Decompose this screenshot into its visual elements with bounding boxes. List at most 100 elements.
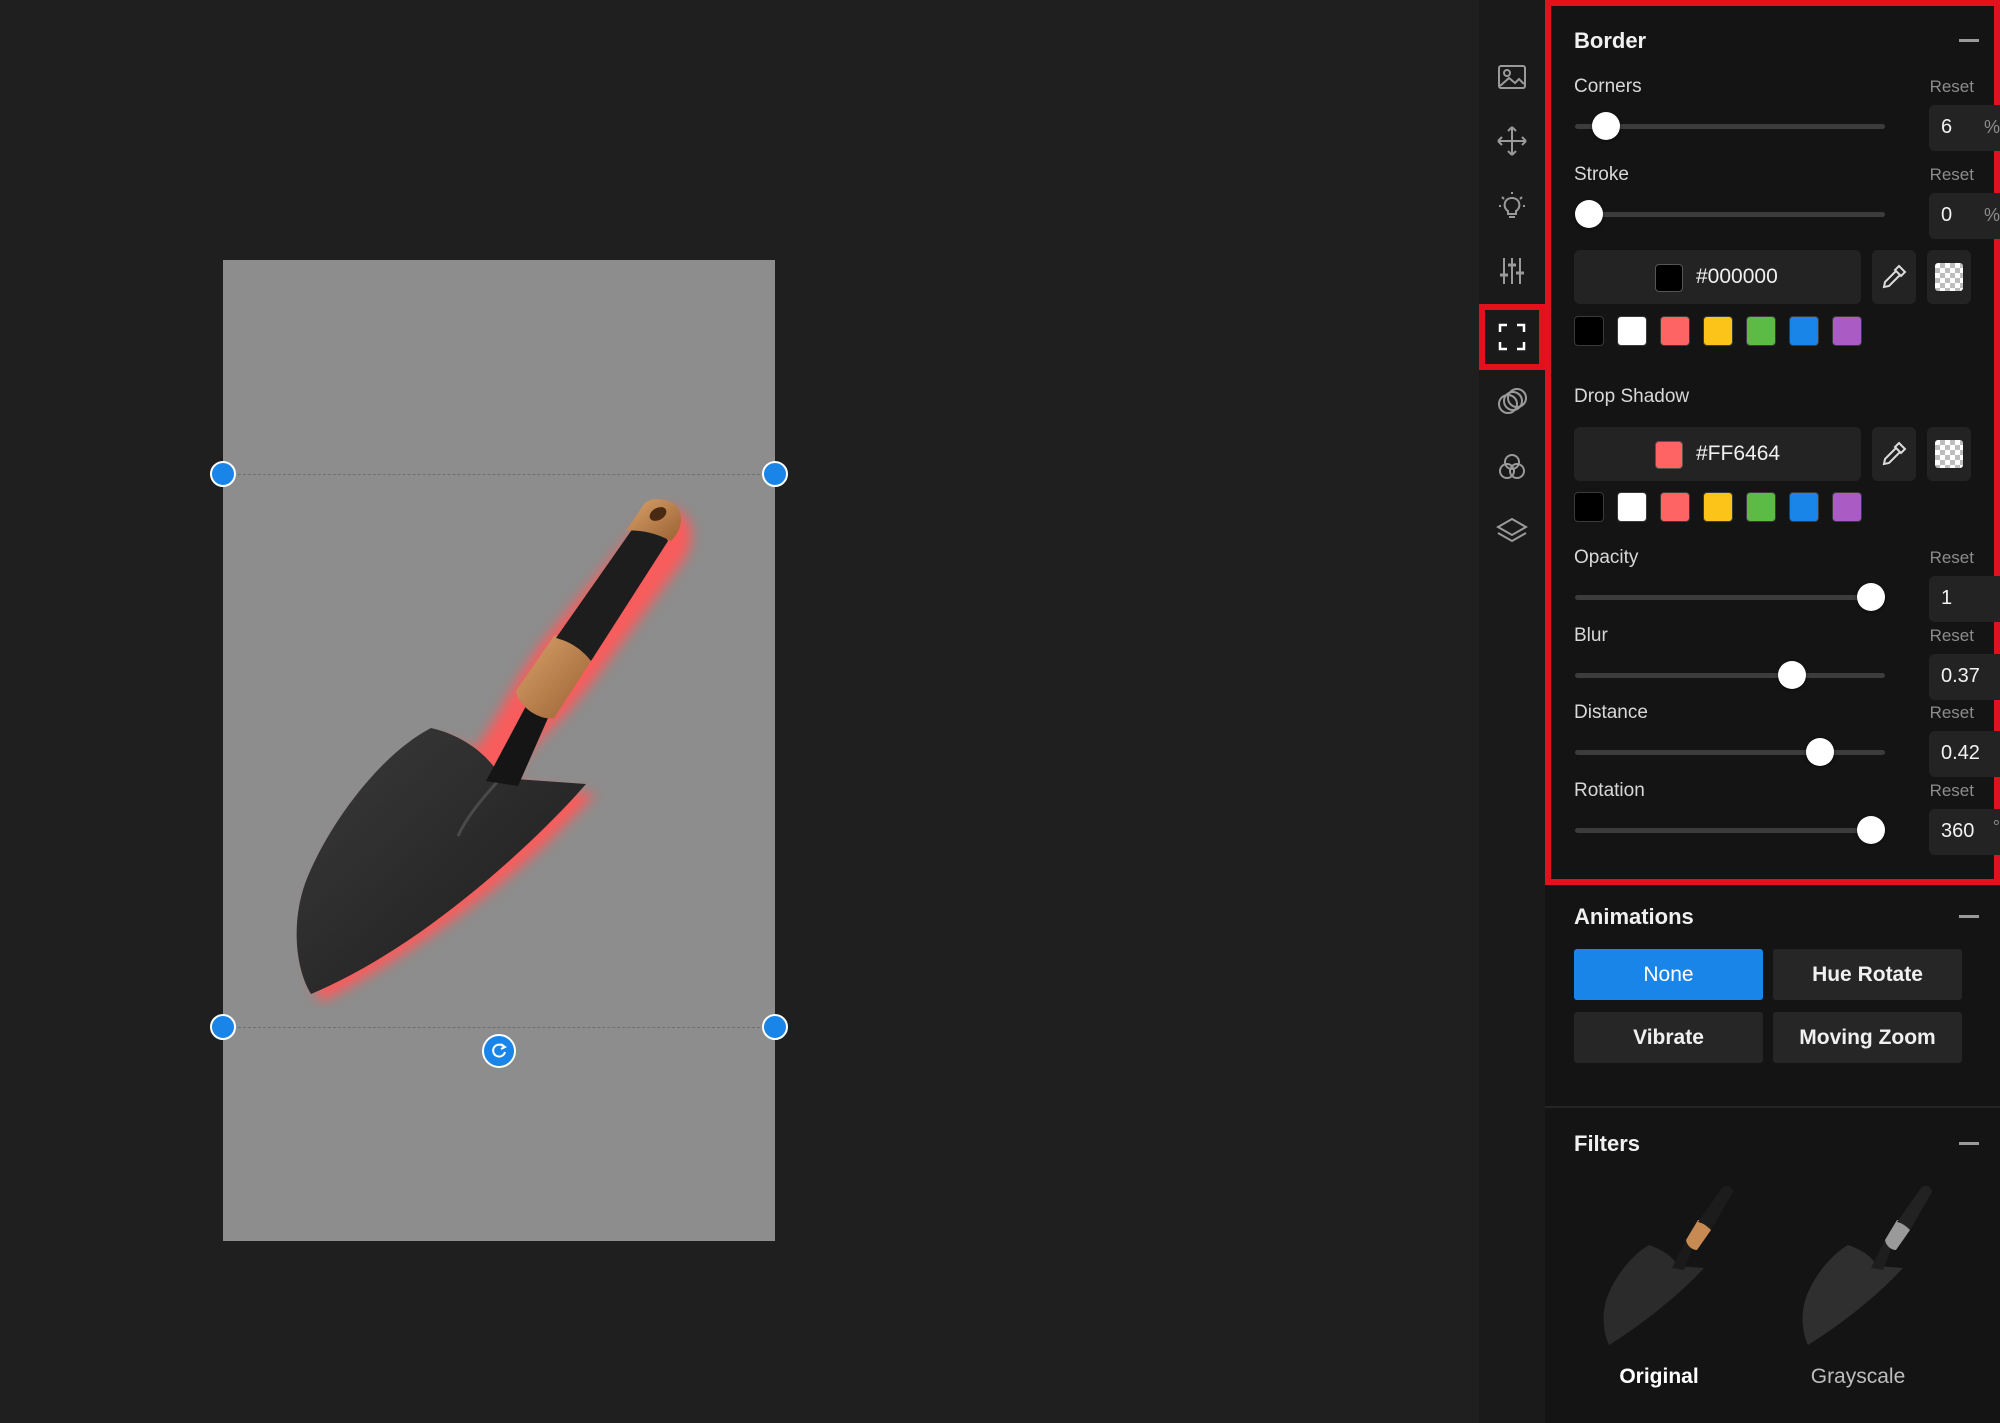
rotation-unit: ° xyxy=(1992,817,2000,837)
blend-icon xyxy=(1498,388,1527,414)
animation-moving-zoom-button[interactable]: Moving Zoom xyxy=(1773,1012,1962,1063)
stroke-eyedropper-button[interactable] xyxy=(1872,250,1916,304)
distance-slider-thumb[interactable] xyxy=(1806,738,1835,766)
frame-icon xyxy=(1498,323,1526,351)
opacity-value: 1 xyxy=(1941,587,1953,609)
stroke-color-chip xyxy=(1655,264,1683,292)
animations-title: Animations xyxy=(1574,904,1694,929)
tool-border[interactable] xyxy=(1479,304,1545,370)
tool-move[interactable] xyxy=(1479,111,1545,171)
color-swatch[interactable] xyxy=(1789,492,1819,522)
tool-image[interactable] xyxy=(1479,47,1545,107)
blur-input[interactable]: 0.37 xyxy=(1929,654,2000,700)
color-swatch[interactable] xyxy=(1574,492,1604,522)
rotate-handle[interactable] xyxy=(482,1034,516,1068)
border-collapse-button[interactable] xyxy=(1959,39,1979,42)
shadow-transparent-button[interactable] xyxy=(1927,427,1971,481)
opacity-label: Opacity xyxy=(1574,547,1639,568)
drop-shadow-label: Drop Shadow xyxy=(1574,386,1690,407)
corners-slider[interactable] xyxy=(1575,112,1885,140)
color-swatch[interactable] xyxy=(1617,316,1647,346)
color-swatch[interactable] xyxy=(1617,492,1647,522)
distance-slider[interactable] xyxy=(1575,738,1885,766)
color-swatch[interactable] xyxy=(1832,492,1862,522)
filter-grayscale-thumbnail xyxy=(1802,1185,1932,1345)
color-swatch[interactable] xyxy=(1574,316,1604,346)
animations-collapse-button[interactable] xyxy=(1959,915,1979,918)
distance-reset-button[interactable]: Reset xyxy=(1930,703,1974,723)
distance-label: Distance xyxy=(1574,702,1648,723)
tool-blend[interactable] xyxy=(1479,372,1545,432)
rotation-input[interactable]: 360 ° xyxy=(1929,809,2000,855)
color-swatch[interactable] xyxy=(1832,316,1862,346)
shadow-color-chip xyxy=(1655,441,1683,469)
stroke-unit: % xyxy=(1983,205,2000,225)
color-swatch[interactable] xyxy=(1660,492,1690,522)
corners-input[interactable]: 6 % xyxy=(1929,105,2000,151)
resize-handle-bottom-right[interactable] xyxy=(762,1014,788,1040)
corners-slider-thumb[interactable] xyxy=(1591,112,1620,140)
trowel-image[interactable] xyxy=(286,496,706,1008)
blur-reset-button[interactable]: Reset xyxy=(1930,626,1974,646)
corners-unit: % xyxy=(1983,117,2000,137)
stroke-input[interactable]: 0 % xyxy=(1929,193,2000,239)
artboard[interactable] xyxy=(210,260,788,1241)
distance-input[interactable]: 0.42 xyxy=(1929,731,2000,777)
opacity-slider[interactable] xyxy=(1575,583,1885,611)
stroke-reset-button[interactable]: Reset xyxy=(1930,165,1974,185)
stroke-color-field[interactable]: #000000 xyxy=(1574,250,1861,304)
selection-guide-bottom xyxy=(223,1027,775,1028)
opacity-input[interactable]: 1 xyxy=(1929,576,2000,622)
lightbulb-icon xyxy=(1499,192,1525,218)
stroke-value: 0 xyxy=(1941,204,1953,226)
tool-lighting[interactable] xyxy=(1479,176,1545,236)
stroke-label: Stroke xyxy=(1574,164,1629,185)
rotation-value: 360 xyxy=(1941,820,1975,842)
image-icon xyxy=(1498,65,1526,89)
resize-handle-top-right[interactable] xyxy=(762,461,788,487)
filter-grayscale[interactable]: Grayscale xyxy=(1773,1180,1943,1388)
tool-channels[interactable] xyxy=(1479,437,1545,497)
layers-icon xyxy=(1495,517,1529,543)
stroke-slider[interactable] xyxy=(1575,200,1885,228)
color-swatch[interactable] xyxy=(1660,316,1690,346)
color-swatch[interactable] xyxy=(1746,316,1776,346)
tool-layers[interactable] xyxy=(1479,501,1545,561)
eyedropper-icon xyxy=(1882,441,1907,466)
shadow-color-field[interactable]: #FF6464 xyxy=(1574,427,1861,481)
blur-slider[interactable] xyxy=(1575,661,1885,689)
resize-handle-bottom-left[interactable] xyxy=(210,1014,236,1040)
stroke-transparent-button[interactable] xyxy=(1927,250,1971,304)
resize-handle-top-left[interactable] xyxy=(210,461,236,487)
opacity-slider-thumb[interactable] xyxy=(1857,583,1885,611)
sliders-icon xyxy=(1500,258,1524,284)
blur-slider-thumb[interactable] xyxy=(1778,661,1807,689)
animation-vibrate-button[interactable]: Vibrate xyxy=(1574,1012,1763,1063)
distance-value: 0.42 xyxy=(1941,742,1980,764)
filter-grayscale-label: Grayscale xyxy=(1810,1365,1906,1388)
shadow-eyedropper-button[interactable] xyxy=(1872,427,1916,481)
tool-rail xyxy=(1479,0,1545,1423)
transparency-checker-icon xyxy=(1935,263,1963,291)
shadow-color-hex: #FF6464 xyxy=(1696,442,1781,465)
color-channels-icon xyxy=(1499,454,1525,479)
filters-collapse-button[interactable] xyxy=(1959,1142,1979,1145)
rotation-slider[interactable] xyxy=(1575,816,1885,844)
tool-adjustments[interactable] xyxy=(1479,241,1545,301)
section-divider xyxy=(1545,1106,2000,1108)
animation-hue-rotate-button[interactable]: Hue Rotate xyxy=(1773,949,1962,1000)
opacity-reset-button[interactable]: Reset xyxy=(1930,548,1974,568)
rotate-icon xyxy=(492,1043,507,1058)
filter-original[interactable]: Original xyxy=(1574,1180,1744,1388)
color-swatch[interactable] xyxy=(1703,316,1733,346)
stroke-slider-thumb[interactable] xyxy=(1575,200,1603,228)
corners-label: Corners xyxy=(1574,76,1642,97)
animation-none-button[interactable]: None xyxy=(1574,949,1763,1000)
corners-reset-button[interactable]: Reset xyxy=(1930,77,1974,97)
filter-original-label: Original xyxy=(1619,1365,1699,1388)
rotation-slider-thumb[interactable] xyxy=(1857,816,1885,844)
rotation-reset-button[interactable]: Reset xyxy=(1930,781,1974,801)
color-swatch[interactable] xyxy=(1789,316,1819,346)
color-swatch[interactable] xyxy=(1703,492,1733,522)
color-swatch[interactable] xyxy=(1746,492,1776,522)
